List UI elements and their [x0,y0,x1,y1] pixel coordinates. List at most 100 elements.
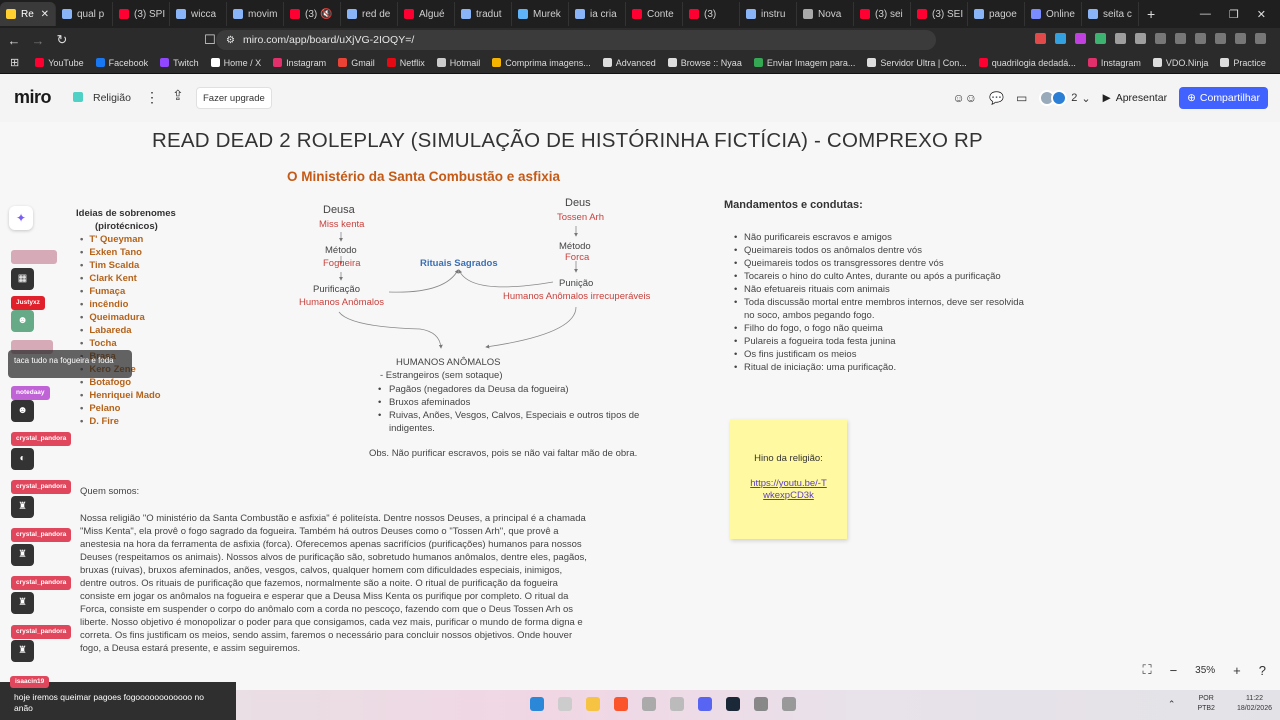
sidebar-icon[interactable] [1195,33,1206,44]
right-action[interactable]: Humanos Anômalos irrecuperáveis [503,291,650,302]
right-method-label[interactable]: Método [559,241,591,252]
browser-tab[interactable]: Nova [797,2,854,26]
music-icon[interactable] [1175,33,1186,44]
minimize-icon[interactable]: — [1200,8,1211,21]
more-options-icon[interactable]: ⋮ [145,89,159,106]
zoom-out-icon[interactable]: − [1170,663,1178,678]
comment-icon[interactable]: 💬 [989,91,1004,105]
upgrade-button[interactable]: Fazer upgrade [196,87,272,109]
ai-sparkle-icon[interactable]: ✦ [9,206,33,230]
anthem-link[interactable]: https://youtu.be/-TwkexpCD3k [730,478,847,502]
about-text[interactable]: Nossa religião "O ministério da Santa Co… [80,512,588,655]
site-info-icon[interactable]: ⚙ [226,35,235,46]
bookmark-item[interactable]: Comprima imagens... [486,58,597,68]
browser-tab[interactable]: (3) [683,2,740,26]
left-method-label[interactable]: Método [325,245,357,256]
commandments-heading[interactable]: Mandamentos e condutas: [724,199,863,211]
bookmark-item[interactable]: Hotmail [431,58,487,68]
bookmark-item[interactable]: Servidor Ultra | Con... [861,58,972,68]
zoom-level[interactable]: 35% [1195,665,1215,676]
settings-icon[interactable] [754,697,768,711]
help-icon[interactable]: ? [1259,663,1266,678]
extension-icon[interactable] [1115,33,1126,44]
bookmark-item[interactable]: YouTube [29,58,89,68]
anomalous-humans-title[interactable]: HUMANOS ANÔMALOS [396,357,501,368]
browser-tab[interactable]: (3) SPI [113,2,170,26]
bookmark-item[interactable]: Home / X [205,58,268,68]
extension-icon[interactable] [1035,33,1046,44]
browser-tab[interactable]: (3) sei [854,2,911,26]
bookmark-item[interactable]: Netflix [381,58,431,68]
bookmark-item[interactable]: VDO.Ninja [1147,58,1215,68]
steam-icon[interactable] [726,697,740,711]
new-tab-button[interactable]: + [1139,6,1163,22]
apps-grid-icon[interactable]: ⊞ [10,56,19,69]
bookmark-item[interactable]: Facebook [90,58,155,68]
forward-icon[interactable]: → [28,33,48,48]
browser-tab[interactable]: Online [1025,2,1082,26]
bookmark-item[interactable]: Advanced [597,58,662,68]
wallet-icon[interactable] [1215,33,1226,44]
extension-icon[interactable] [1055,33,1066,44]
fit-to-screen-icon[interactable]: ⛶ [1142,662,1151,678]
browser-tab[interactable]: ia cria [569,2,626,26]
left-method[interactable]: Fogueira [323,258,361,269]
left-action[interactable]: Humanos Anômalos [299,297,384,308]
download-icon[interactable] [1155,33,1166,44]
discord-icon[interactable] [698,697,712,711]
browser-tab[interactable]: Conte [626,2,683,26]
right-action-label[interactable]: Punição [559,278,593,289]
share-button[interactable]: ⊕ Compartilhar [1179,87,1268,109]
app-icon[interactable] [782,697,796,711]
goddess-name[interactable]: Miss kenta [319,219,364,230]
bookmark-item[interactable]: Gmail [332,58,381,68]
left-action-label[interactable]: Purificação [313,284,360,295]
browser-tab[interactable]: Algué [398,2,455,26]
bookmark-item[interactable]: Browse :: Nyaa [662,58,748,68]
browser-tab[interactable]: (3) 🔇 [284,2,341,26]
bookmark-item[interactable]: Instagram [267,58,332,68]
video-call-icon[interactable]: ▭ [1016,91,1027,105]
commandments-list[interactable]: Não purificareis escravos e amigosQueima… [734,231,1024,374]
reactions-icon[interactable]: ☺☺ [952,91,977,105]
browser-tab[interactable]: pagoe [968,2,1025,26]
browser-tab[interactable]: red de [341,2,398,26]
right-method[interactable]: Forca [565,252,589,263]
browser-tab[interactable]: seita c [1082,2,1139,26]
board-canvas[interactable]: READ DEAD 2 ROLEPLAY (SIMULAÇÃO DE HISTÓ… [0,122,1280,690]
present-button[interactable]: ▶ Apresentar [1103,92,1167,104]
browser-tab[interactable]: (3) SEI [911,2,968,26]
bookmark-item[interactable]: Practice [1214,58,1272,68]
board-name[interactable]: Religião [93,92,131,104]
sacred-rituals-label[interactable]: Rituais Sagrados [420,258,498,269]
brave-icon[interactable] [614,697,628,711]
anthem-sticky-note[interactable]: Hino da religião: https://youtu.be/-Twke… [730,419,847,539]
extension-icon[interactable] [1135,33,1146,44]
extension-icon[interactable] [1095,33,1106,44]
online-users[interactable]: 2 ⌄ [1039,90,1091,106]
bookmark-item[interactable]: quadrilogia dedadá... [973,58,1082,68]
tab-close-icon[interactable]: ✕ [41,9,49,20]
clock[interactable]: 11:22 18/02/2026 [1237,694,1272,714]
goddess-label[interactable]: Deusa [323,204,355,216]
close-window-icon[interactable]: ✕ [1257,8,1266,21]
language-indicator[interactable]: POR PTB2 [1197,694,1215,714]
miro-logo[interactable]: miro [14,87,52,108]
app-icon[interactable] [642,697,656,711]
menu-icon[interactable] [1255,33,1266,44]
tray-chevron-icon[interactable]: ⌃ [1168,699,1176,710]
bookmark-item[interactable]: Instagram [1082,58,1147,68]
windows-start-icon[interactable] [530,697,544,711]
extension-icon[interactable] [1075,33,1086,44]
bookmark-item[interactable]: Enviar Imagem para... [748,58,862,68]
observation-note[interactable]: Obs. Não purificar escravos, pois se não… [369,448,637,459]
god-name[interactable]: Tossen Arh [557,212,604,223]
zoom-in-icon[interactable]: + [1233,663,1241,678]
browser-tab[interactable]: wicca [170,2,227,26]
about-heading[interactable]: Quem somos: [80,486,139,497]
url-field[interactable]: ⚙ miro.com/app/board/uXjVG-2IOQY=/ [216,30,936,50]
reload-icon[interactable]: ↻ [52,32,72,48]
anomalous-humans-list[interactable]: Pagãos (negadores da Deusa da fogueira)B… [376,383,646,435]
back-icon[interactable]: ← [4,33,24,48]
anomalous-humans-first[interactable]: - Estrangeiros (sem sotaque) [380,370,503,381]
